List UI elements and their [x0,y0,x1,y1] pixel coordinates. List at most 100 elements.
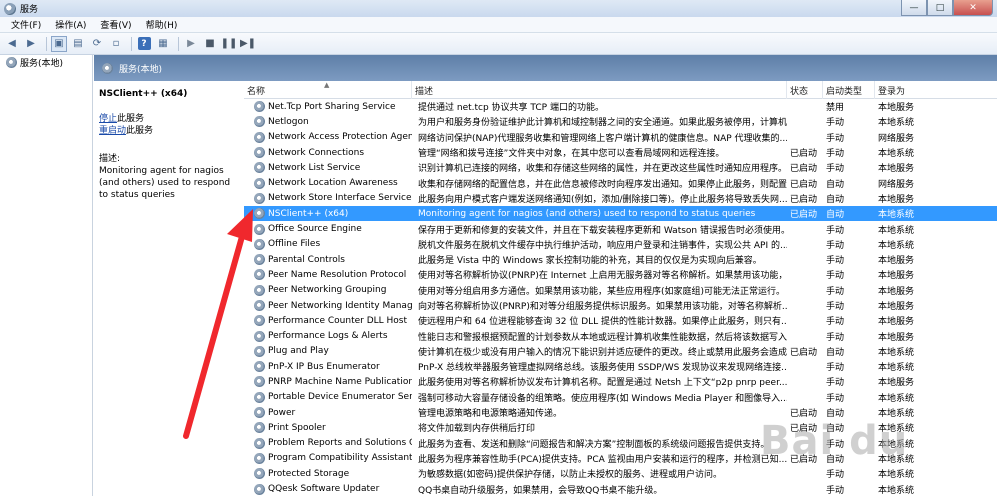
export-list-button[interactable]: ▫ [108,36,124,52]
restart-icon: ▶❚ [239,38,257,49]
play-icon: ▶ [187,38,195,49]
gear-icon [254,223,265,235]
console-tree-button[interactable]: ▣ [51,35,67,52]
service-row[interactable]: Performance Logs & Alerts 性能日志和警报根据预配置的计划… [244,328,997,343]
service-row[interactable]: Performance Counter DLL Host 使远程用户和 64 位进… [244,313,997,328]
service-row[interactable]: QQesk Software Updater QQ书桌自动升级服务，如果禁用，会导… [244,481,997,496]
menu-action[interactable]: 操作(A) [48,18,93,31]
restart-service-button[interactable]: ▶❚ [240,36,256,52]
service-startup-type: 手动 [826,393,845,404]
gear-icon [254,468,265,480]
refresh-button[interactable]: ⟳ [89,36,105,52]
service-startup-type: 自动 [826,179,845,190]
service-logon-as: 本地系统 [878,409,915,420]
service-status [787,130,823,145]
service-status [787,283,823,298]
column-header-status[interactable]: 状态 [787,81,823,99]
maximize-button[interactable]: □ [927,0,953,16]
column-header-name[interactable]: 名称 ▲ [244,81,412,99]
service-name: Protected Storage [268,468,350,479]
service-row[interactable]: Office Source Engine 保存用于更新和修复的安装文件，并且在下载… [244,221,997,236]
service-row[interactable]: Net.Tcp Port Sharing Service 提供通过 net.tcp… [244,99,997,114]
close-button[interactable]: ✕ [953,0,993,16]
service-row[interactable]: Power 管理电源策略和电源策略通知传递。 已启动 自动 本地系统 [244,405,997,420]
back-button[interactable]: ◀ [4,36,20,52]
service-description: 网络访问保护(NAP)代理服务收集和管理网络上客户端计算机的健康信息。NAP 代… [418,133,787,144]
service-row[interactable]: Print Spooler 将文件加载到内存供稍后打印 已启动 自动 本地系统 [244,420,997,435]
tree-item-services-local[interactable]: 服务(本地) [0,55,92,70]
service-row[interactable]: Portable Device Enumerator Servi... 强制可移动… [244,390,997,405]
services-list: 名称 ▲ 描述 状态 启动类型 登录为 Net.Tcp Port Sharing… [244,81,997,496]
service-description: 此服务是 Vista 中的 Windows 家长控制功能的补充，其目的仅仅是为实… [418,256,762,267]
gear-icon [254,361,265,373]
stop-service-button[interactable]: ■ [202,36,218,52]
service-logon-as: 网络服务 [878,133,915,144]
selected-service-name: NSClient++ (x64) [99,89,188,99]
forward-button[interactable]: ▶ [23,36,39,52]
service-row[interactable]: Peer Name Resolution Protocol 使用对等名称解析协议(… [244,267,997,282]
service-description: 为敏感数据(如密码)提供保护存储，以防止未授权的服务、进程或用户访问。 [418,470,723,481]
menu-help[interactable]: 帮助(H) [139,18,185,31]
service-row[interactable]: Protected Storage 为敏感数据(如密码)提供保护存储，以防止未授权… [244,466,997,481]
service-row[interactable]: Offline Files 脱机文件服务在脱机文件缓存中执行维护活动，响应用户登录… [244,237,997,252]
service-description: 使用对等分组启用多方通信。如果禁用该功能，某些应用程序(如家庭组)可能无法正常运… [418,286,786,297]
action-pane-icon: ▦ [158,38,168,49]
service-row[interactable]: Peer Networking Grouping 使用对等分组启用多方通信。如果禁… [244,283,997,298]
service-row[interactable]: Network Access Protection Agent 网络访问保护(NA… [244,130,997,145]
service-name: Parental Controls [268,254,345,265]
service-status [787,114,823,129]
properties-icon: ▤ [73,38,83,49]
service-name-cell: PNRP Machine Name Publication ... [244,374,412,389]
service-name: Network Connections [268,147,365,158]
menu-file[interactable]: 文件(F) [4,18,48,31]
service-row[interactable]: Problem Reports and Solutions C... 此服务为查看… [244,436,997,451]
service-name-cell: PnP-X IP Bus Enumerator [244,359,412,374]
help-button[interactable]: ? [136,36,152,52]
start-service-button[interactable]: ▶ [183,36,199,52]
column-status-label: 状态 [790,86,809,97]
service-logon-as: 本地系统 [878,347,915,358]
minimize-button[interactable]: — [901,0,927,16]
service-logon-as: 本地系统 [878,240,915,251]
properties-button[interactable]: ▤ [70,36,86,52]
column-header-logon[interactable]: 登录为 [875,81,925,99]
service-row[interactable]: PnP-X IP Bus Enumerator PnP-X 总线枚举器服务管理虚拟… [244,359,997,374]
service-row[interactable]: NSClient++ (x64) Monitoring agent for nag… [244,206,997,222]
service-row[interactable]: Plug and Play 使计算机在极少或没有用户输入的情况下能识别并适应硬件的… [244,344,997,359]
service-startup-type: 手动 [826,378,845,389]
service-description: 脱机文件服务在脱机文件缓存中执行维护活动，响应用户登录和注销事件，实现公共 AP… [418,240,787,251]
service-startup-type: 手动 [826,439,845,450]
pause-service-button[interactable]: ❚❚ [221,36,238,52]
column-header-description[interactable]: 描述 [412,81,787,99]
service-row[interactable]: Program Compatibility Assistant ... 此服务为程… [244,451,997,466]
back-arrow-icon: ◀ [8,38,16,49]
service-name-cell: Network Location Awareness [244,175,412,190]
show-hide-action-pane-button[interactable]: ▦ [155,36,171,52]
column-header-startup-type[interactable]: 启动类型 [823,81,875,99]
service-name-cell: Protected Storage [244,466,412,481]
service-row[interactable]: Network Connections 管理“网络和拨号连接”文件夹中对象，在其中… [244,145,997,160]
service-status [787,359,823,374]
service-row[interactable]: PNRP Machine Name Publication ... 此服务使用对等… [244,374,997,389]
menu-view[interactable]: 查看(V) [93,18,138,31]
service-logon-as: 本地服务 [878,302,915,312]
gear-icon [254,192,265,204]
stop-service-link[interactable]: 停止 [99,114,117,124]
stop-suffix: 此服务 [117,114,145,124]
service-row[interactable]: Netlogon 为用户和服务身份验证维护此计算机和域控制器之间的安全通道。如果此… [244,114,997,129]
service-status: 已启动 [790,194,818,205]
service-row[interactable]: Peer Networking Identity Manager 向对等名称解析协… [244,298,997,313]
service-startup-type: 手动 [826,256,845,267]
console-tree: 服务(本地) [0,55,93,496]
service-status [787,481,823,496]
service-row[interactable]: Parental Controls 此服务是 Vista 中的 Windows 家… [244,252,997,267]
service-name-cell: Parental Controls [244,252,412,267]
restart-service-link[interactable]: 重启动 [99,126,126,136]
service-row[interactable]: Network List Service 识别计算机已连接的网络，收集和存储这些网… [244,160,997,175]
service-name: Performance Counter DLL Host [268,315,408,326]
service-row[interactable]: Network Location Awareness 收集和存储网络的配置信息，并… [244,175,997,190]
service-name: Network Location Awareness [268,178,398,189]
service-row[interactable]: Network Store Interface Service 此服务向用户模式客… [244,191,997,206]
gear-icon [254,452,265,464]
pane-header-title: 服务(本地) [119,64,163,75]
